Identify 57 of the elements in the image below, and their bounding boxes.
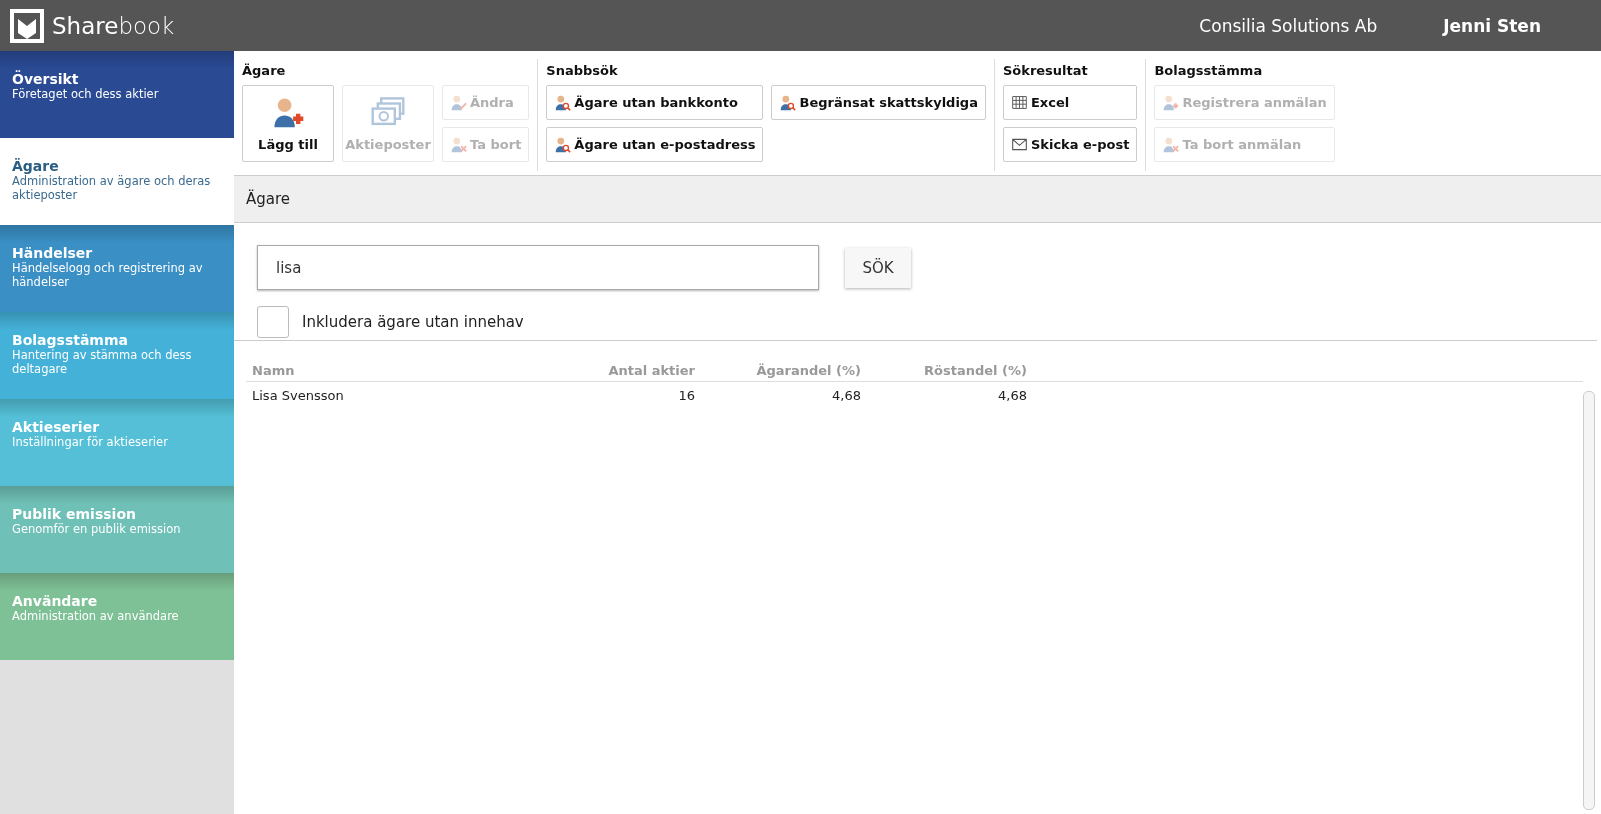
grid-icon bbox=[1010, 94, 1028, 111]
sidebar-item-title: Händelser bbox=[12, 245, 94, 261]
sidebar-item-title: Ägare bbox=[12, 158, 60, 174]
toolbar-button[interactable]: Begränsat skattskyldiga bbox=[771, 85, 986, 120]
checkbox[interactable] bbox=[257, 306, 289, 338]
toolbar-button[interactable]: Lägg till bbox=[242, 85, 334, 162]
table-cell-text: 4,68 bbox=[831, 387, 861, 403]
column-header[interactable]: Antal aktier bbox=[472, 362, 695, 378]
user-remove-icon bbox=[450, 136, 467, 153]
toolbar-button[interactable]: Ägare utan e-postadress bbox=[546, 127, 764, 162]
group-title: Bolagsstämma bbox=[1154, 63, 1264, 78]
sidebar-item-subtitle: Administration av användare bbox=[12, 609, 180, 623]
sidebar-item-subtitle: Administration av ägare och deras aktieposter bbox=[12, 174, 212, 202]
logo-icon bbox=[10, 8, 44, 43]
checkbox-label[interactable]: Inkludera ägare utan innehav bbox=[302, 313, 524, 331]
sidebar-item[interactable]: Användare Administration av användare bbox=[0, 573, 234, 660]
group-title: Ägare bbox=[242, 63, 287, 78]
sidebar-item-title: Användare bbox=[12, 593, 99, 609]
sidebar-item-subtitle: Genomför en publik emission bbox=[12, 522, 182, 536]
column-header[interactable]: Ägarandel (%) bbox=[695, 362, 861, 378]
sidebar-item-subtitle: Företaget och dess aktier bbox=[12, 87, 160, 101]
sidebar-item-title: Översikt bbox=[12, 71, 80, 87]
sidebar-item-subtitle: Inställningar för aktieserier bbox=[12, 435, 169, 449]
logo-text: Sharebook bbox=[52, 12, 175, 39]
user-add-icon bbox=[1162, 94, 1180, 111]
column-header[interactable]: Röstandel (%) bbox=[861, 362, 1027, 378]
scrollbar[interactable] bbox=[1583, 391, 1595, 810]
column-header[interactable]: Namn bbox=[246, 362, 472, 378]
user-remove-icon bbox=[1162, 136, 1180, 153]
toolbar-button[interactable]: Ägare utan bankkonto bbox=[546, 85, 764, 120]
user-edit-icon bbox=[450, 94, 467, 111]
sidebar-item[interactable]: Bolagsstämma Hantering av stämma och dess deltagare bbox=[0, 312, 234, 399]
search-field[interactable]: lisa bbox=[257, 245, 819, 290]
table-cell-text: 4,68 bbox=[997, 387, 1027, 403]
sidebar-item-subtitle: Hantering av stämma och dess deltagare bbox=[12, 348, 193, 376]
user-search-icon bbox=[779, 94, 797, 111]
sidebar-item[interactable]: Publik emission Genomför en publik emission bbox=[0, 486, 234, 573]
table-cell-text: 16 bbox=[677, 387, 695, 403]
toolbar-button[interactable]: Excel bbox=[1002, 85, 1138, 120]
envelope-icon bbox=[1010, 136, 1028, 153]
user-search-icon bbox=[554, 94, 572, 111]
search-button[interactable]: SÖK bbox=[845, 247, 911, 288]
sidebar-item-subtitle: Händelselogg och registrering av händelser bbox=[12, 261, 204, 289]
group-title: Sökresultat bbox=[1002, 63, 1089, 78]
group-title: Snabbsök bbox=[546, 63, 619, 78]
section-title: Ägare bbox=[246, 190, 291, 208]
sidebar-item-title: Aktieserier bbox=[12, 419, 101, 435]
toolbar-button[interactable]: Skicka e-post bbox=[1002, 127, 1138, 162]
sidebar-item-title: Bolagsstämma bbox=[12, 332, 129, 348]
user-search-icon bbox=[554, 136, 572, 153]
company-name[interactable]: Consilia Solutions Ab bbox=[1199, 15, 1378, 36]
sidebar-item[interactable]: Aktieserier Inställningar för aktieserier bbox=[0, 399, 234, 486]
sidebar-item-title: Publik emission bbox=[12, 506, 137, 522]
sidebar-item[interactable]: Händelser Händelselogg och registrering av händelser bbox=[0, 225, 234, 312]
user-name[interactable]: Jenni Sten bbox=[1443, 15, 1541, 36]
table-cell-text: Lisa Svensson bbox=[251, 387, 345, 403]
sidebar-item[interactable]: Översikt Företaget och dess aktier bbox=[0, 51, 234, 138]
